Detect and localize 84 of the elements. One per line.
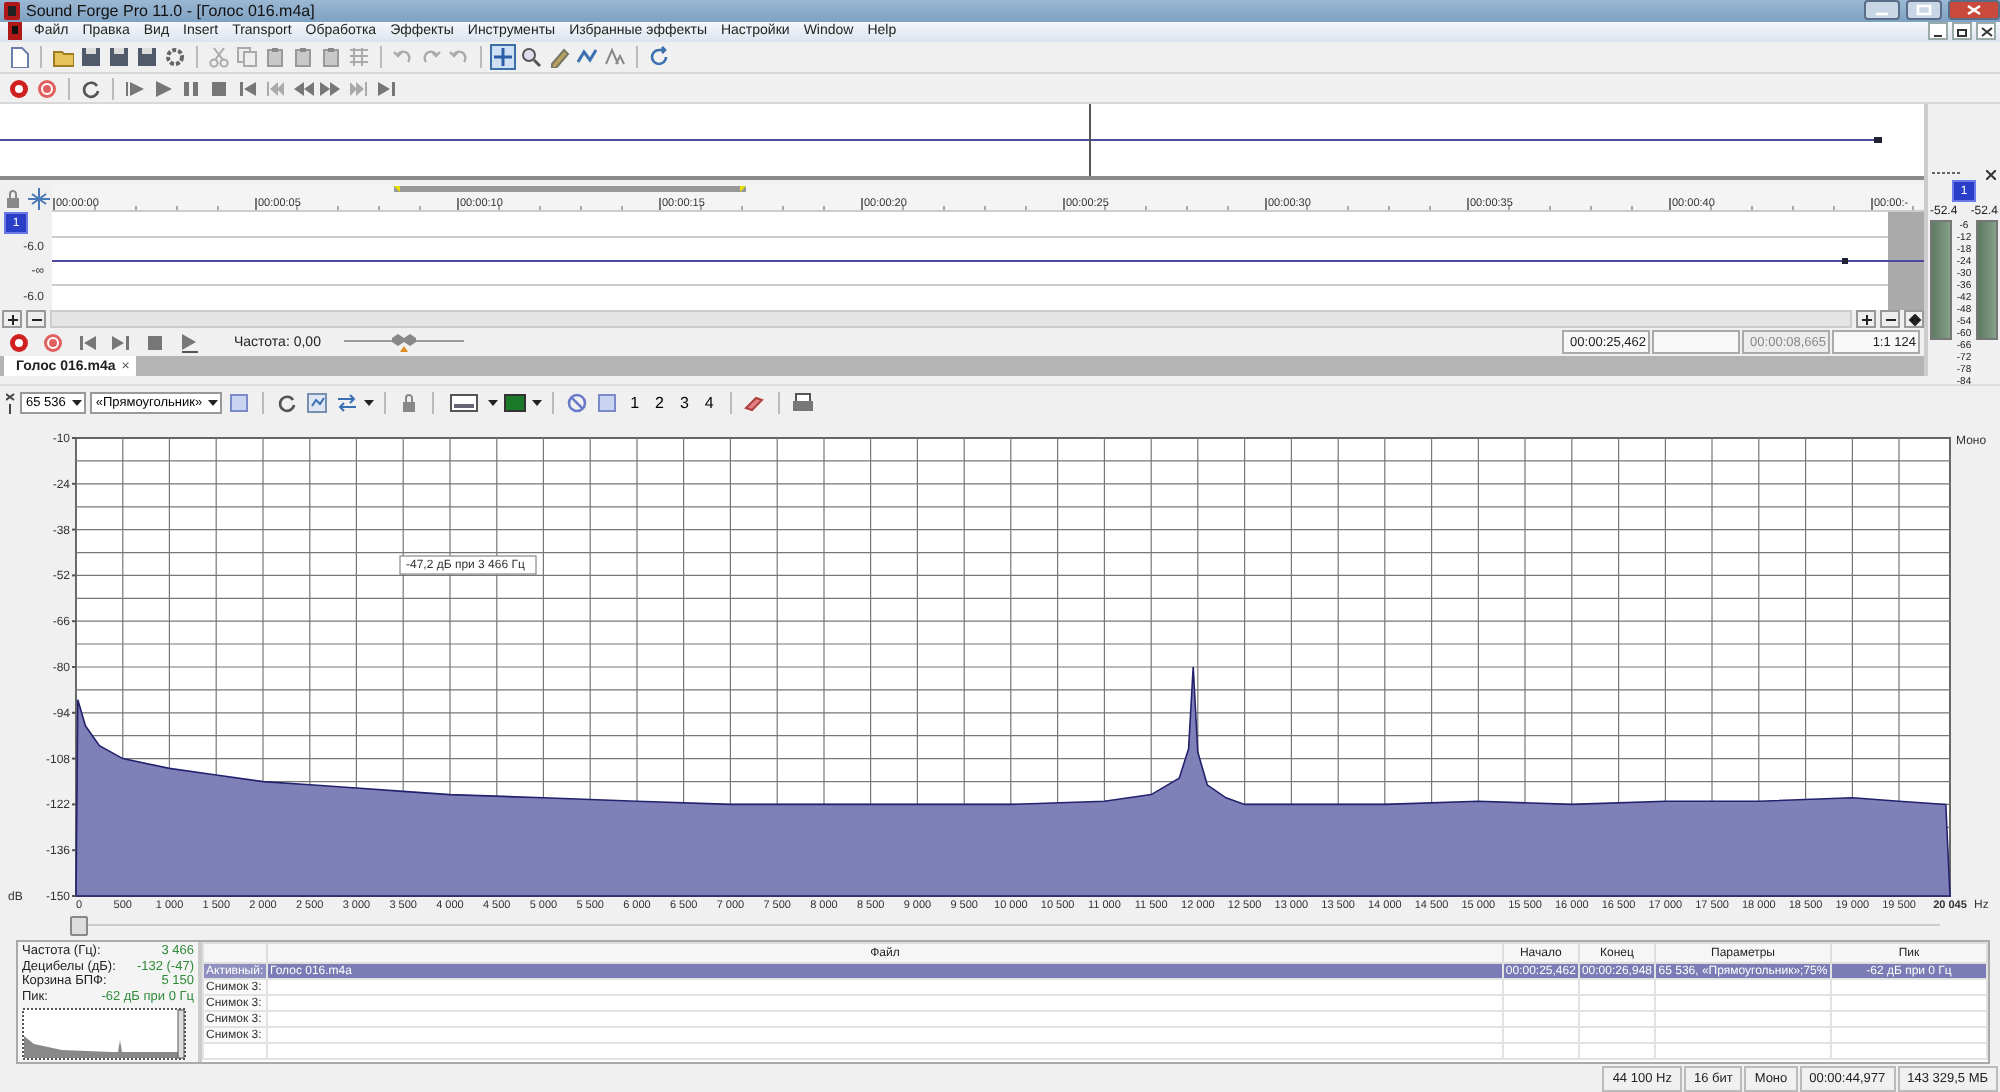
caret-icon bbox=[208, 399, 219, 406]
snapshot-button[interactable]: 1 bbox=[624, 393, 646, 412]
record-armed-icon[interactable] bbox=[36, 77, 58, 100]
zoom-in-button[interactable] bbox=[1856, 310, 1876, 329]
clipboard-icon[interactable] bbox=[320, 46, 342, 69]
stop-icon[interactable] bbox=[208, 77, 230, 100]
folder-icon[interactable] bbox=[52, 46, 74, 69]
close-button[interactable] bbox=[1976, 22, 1996, 41]
record-icon[interactable] bbox=[8, 331, 30, 354]
chart-toggle-icon[interactable] bbox=[306, 391, 329, 414]
sheet-icon[interactable] bbox=[596, 391, 619, 414]
restore-icon bbox=[1955, 25, 1969, 38]
previous-icon[interactable] bbox=[264, 77, 286, 100]
zoom-out-button[interactable] bbox=[1880, 310, 1900, 329]
time-field[interactable] bbox=[1652, 330, 1740, 355]
caret-icon[interactable] bbox=[532, 399, 543, 406]
pause-icon[interactable] bbox=[180, 77, 202, 100]
refresh-icon[interactable] bbox=[648, 46, 670, 69]
plus-icon bbox=[1859, 313, 1873, 326]
scroll-thumb[interactable] bbox=[70, 915, 88, 936]
dock-handle-icon[interactable] bbox=[6, 391, 16, 414]
zoom-in-button[interactable] bbox=[2, 310, 22, 329]
go-to-end-icon[interactable] bbox=[110, 331, 132, 354]
snapshot-button[interactable]: 3 bbox=[673, 393, 695, 412]
snapshot-button[interactable]: 4 bbox=[698, 393, 720, 412]
play-selection-icon[interactable] bbox=[178, 331, 200, 354]
restore-button[interactable] bbox=[1952, 22, 1972, 41]
go-to-start-icon[interactable] bbox=[236, 77, 258, 100]
color-button[interactable] bbox=[502, 389, 529, 416]
close-icon bbox=[1979, 25, 1993, 38]
eraser-icon[interactable] bbox=[743, 391, 766, 414]
record-icon[interactable] bbox=[8, 77, 30, 100]
caret-icon[interactable] bbox=[364, 399, 375, 406]
page-icon[interactable] bbox=[8, 46, 30, 69]
app-icon bbox=[4, 1, 20, 20]
grid-icon[interactable] bbox=[348, 46, 370, 69]
loop-icon[interactable] bbox=[80, 77, 102, 100]
gear-icon[interactable] bbox=[164, 46, 186, 69]
document-icon[interactable] bbox=[8, 22, 22, 41]
event-tool-icon[interactable] bbox=[604, 46, 626, 69]
rewind-icon[interactable] bbox=[292, 77, 314, 100]
play-all-icon[interactable] bbox=[124, 77, 146, 100]
next-icon[interactable] bbox=[348, 77, 370, 100]
arrows-icon bbox=[1907, 313, 1921, 326]
minus-icon bbox=[1883, 313, 1897, 326]
level-meter bbox=[1930, 220, 1952, 341]
scrollbar[interactable] bbox=[50, 310, 1852, 329]
snapshot-button[interactable]: 2 bbox=[649, 393, 670, 412]
printer-icon[interactable] bbox=[791, 391, 814, 414]
maximize-icon bbox=[1912, 4, 1936, 17]
slider-thumb[interactable] bbox=[390, 332, 419, 353]
lock-icon[interactable] bbox=[2, 187, 24, 210]
caret-icon bbox=[71, 399, 82, 406]
maximize-button[interactable] bbox=[1906, 0, 1942, 21]
search-icon[interactable] bbox=[520, 46, 542, 69]
pencil-icon[interactable] bbox=[548, 46, 570, 69]
zoom-out-button[interactable] bbox=[26, 310, 46, 329]
loop-icon[interactable] bbox=[276, 391, 299, 414]
close-icon[interactable] bbox=[1986, 170, 1996, 181]
minimize-button[interactable] bbox=[1928, 22, 1948, 41]
sheet-icon[interactable] bbox=[228, 391, 251, 414]
plus-icon bbox=[5, 313, 19, 326]
fit-button[interactable] bbox=[1904, 310, 1924, 329]
grip-icon[interactable] bbox=[1932, 170, 1960, 177]
play-icon[interactable] bbox=[152, 77, 174, 100]
level-meter bbox=[1976, 220, 1998, 341]
scissors-icon[interactable] bbox=[208, 46, 230, 69]
no-entry-icon[interactable] bbox=[566, 391, 589, 414]
clipboard-icon[interactable] bbox=[264, 46, 286, 69]
clipboard-icon[interactable] bbox=[292, 46, 314, 69]
crosshair-icon[interactable] bbox=[492, 46, 514, 69]
go-to-start-icon[interactable] bbox=[76, 331, 98, 354]
caret-icon[interactable] bbox=[488, 399, 499, 406]
swap-arrows-icon[interactable] bbox=[336, 391, 359, 414]
minus-icon bbox=[29, 313, 43, 326]
go-to-end-icon[interactable] bbox=[376, 77, 398, 100]
snap-icon[interactable] bbox=[28, 187, 50, 210]
window-title: Sound Forge Pro 11.0 - [Голос 016.m4a] bbox=[26, 1, 317, 20]
fast-forward-icon[interactable] bbox=[320, 77, 342, 100]
frequency-slider[interactable] bbox=[344, 332, 465, 353]
stop-icon[interactable] bbox=[144, 331, 166, 354]
lock-icon[interactable] bbox=[398, 391, 421, 414]
pages-icon[interactable] bbox=[236, 46, 258, 69]
audio-track[interactable] bbox=[52, 212, 1924, 311]
